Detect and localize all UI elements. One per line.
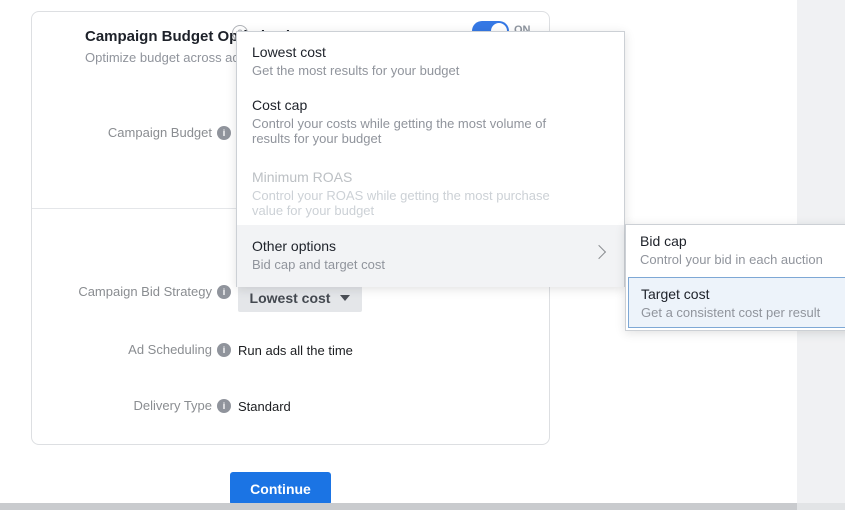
menu-item-title: Lowest cost (252, 44, 326, 60)
bid-strategy-label-text: Campaign Bid Strategy (78, 284, 212, 299)
page: Campaign Budget Optimization Optimize bu… (0, 0, 845, 510)
info-icon[interactable] (217, 398, 231, 413)
menu-item-minimum-roas: Minimum ROAS Control your ROAS while get… (237, 168, 624, 218)
menu-item-desc: Bid cap and target cost (252, 257, 385, 272)
ad-scheduling-label-text: Ad Scheduling (128, 342, 212, 357)
submenu-item-desc: Control your bid in each auction (640, 252, 823, 267)
menu-item-lowest-cost[interactable]: Lowest cost Get the most results for you… (237, 43, 624, 78)
submenu-item-bid-cap[interactable]: Bid cap Control your bid in each auction (626, 232, 845, 267)
campaign-budget-label-text: Campaign Budget (107, 125, 212, 140)
menu-item-title: Minimum ROAS (252, 169, 353, 185)
continue-button[interactable]: Continue (230, 472, 331, 505)
delivery-type-label-text: Delivery Type (133, 398, 212, 413)
info-icon[interactable] (217, 125, 231, 140)
bid-strategy-label: Campaign Bid Strategy (32, 284, 231, 299)
menu-item-desc: Get the most results for your budget (252, 63, 460, 78)
info-icon[interactable] (217, 284, 231, 299)
info-icon[interactable] (217, 342, 231, 357)
bid-strategy-dropdown-button[interactable]: Lowest cost (238, 283, 362, 312)
submenu-item-title: Target cost (641, 286, 710, 302)
caret-down-icon (340, 294, 351, 301)
campaign-budget-label: Campaign Budget (32, 125, 231, 140)
menu-item-other-options[interactable]: Other options Bid cap and target cost (237, 225, 624, 287)
bid-strategy-button-label: Lowest cost (249, 289, 331, 306)
menu-item-desc: Control your ROAS while getting the most… (252, 188, 550, 218)
submenu-item-title: Bid cap (640, 233, 687, 249)
submenu-item-desc: Get a consistent cost per result (641, 305, 821, 320)
menu-item-title: Other options (252, 238, 337, 254)
menu-item-title: Cost cap (252, 97, 308, 113)
delivery-type-value: Standard (238, 399, 291, 414)
menu-item-desc: Control your costs while getting the mos… (252, 116, 547, 146)
scrollbar-corner (797, 503, 845, 510)
delivery-type-label: Delivery Type (32, 398, 231, 413)
ad-scheduling-value: Run ads all the time (238, 343, 353, 358)
ad-scheduling-label: Ad Scheduling (32, 342, 231, 357)
horizontal-scrollbar[interactable] (0, 503, 797, 510)
menu-item-cost-cap[interactable]: Cost cap Control your costs while gettin… (237, 96, 624, 146)
bid-strategy-submenu: Bid cap Control your bid in each auction… (625, 224, 845, 331)
submenu-item-target-cost[interactable]: Target cost Get a consistent cost per re… (628, 277, 845, 328)
bid-strategy-menu: Lowest cost Get the most results for you… (236, 31, 625, 287)
